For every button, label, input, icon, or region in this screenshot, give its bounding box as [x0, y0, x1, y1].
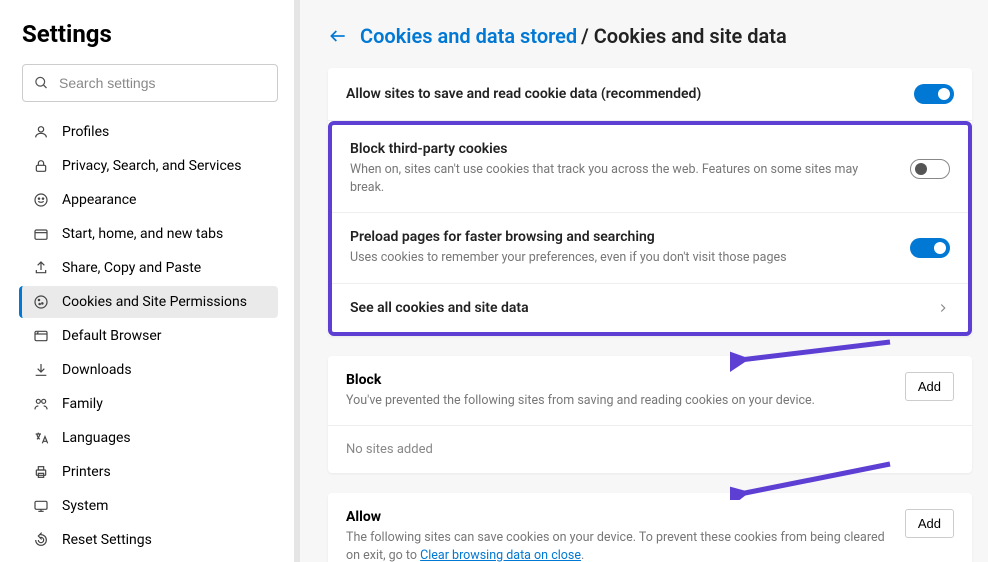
block-empty-state: No sites added: [328, 426, 972, 473]
block-third-party-toggle[interactable]: [910, 159, 950, 179]
allow-section-head: Allow The following sites can save cooki…: [328, 493, 972, 562]
sidebar-item-cookies[interactable]: Cookies and Site Permissions: [19, 286, 278, 318]
allow-cookies-toggle[interactable]: [914, 84, 954, 104]
languages-icon: [32, 430, 50, 446]
sidebar-item-printer[interactable]: Printers: [19, 456, 278, 488]
block-third-party-row: Block third-party cookies When on, sites…: [332, 125, 968, 213]
sidebar-label: System: [62, 498, 108, 514]
breadcrumb-separator: /: [581, 24, 594, 48]
sidebar-item-appearance[interactable]: Appearance: [19, 184, 278, 216]
breadcrumb-parent[interactable]: Cookies and data stored: [360, 24, 577, 48]
sidebar-label: Appearance: [62, 192, 136, 208]
highlight-annotation: Block third-party cookies When on, sites…: [328, 121, 972, 336]
breadcrumb-current: Cookies and site data: [594, 24, 787, 48]
sidebar-label: Cookies and Site Permissions: [62, 294, 247, 310]
printer-icon: [32, 464, 50, 480]
preload-title: Preload pages for faster browsing and se…: [350, 229, 894, 245]
sidebar-item-system[interactable]: System: [19, 490, 278, 522]
sidebar-item-tabs[interactable]: Start, home, and new tabs: [19, 218, 278, 250]
block-third-party-desc: When on, sites can't use cookies that tr…: [350, 161, 894, 196]
sidebar-label: Start, home, and new tabs: [62, 226, 223, 242]
see-all-title: See all cookies and site data: [350, 300, 920, 316]
system-icon: [32, 498, 50, 514]
back-button[interactable]: [328, 26, 348, 46]
preload-row: Preload pages for faster browsing and se…: [332, 213, 968, 284]
sidebar-item-phone[interactable]: Phone and Other Devices: [19, 558, 278, 562]
sidebar-label: Languages: [62, 430, 131, 446]
search-container: [22, 64, 278, 102]
block-desc: You've prevented the following sites fro…: [346, 392, 889, 410]
sidebar-label: Reset Settings: [62, 532, 152, 548]
search-input[interactable]: [22, 64, 278, 102]
breadcrumb: Cookies and data stored / Cookies and si…: [328, 24, 972, 48]
sidebar-item-reset[interactable]: Reset Settings: [19, 524, 278, 556]
sidebar-label: Default Browser: [62, 328, 162, 344]
family-icon: [32, 396, 50, 412]
sidebar-item-languages[interactable]: Languages: [19, 422, 278, 454]
settings-title: Settings: [22, 20, 278, 48]
browser-icon: [32, 328, 50, 344]
tabs-icon: [32, 226, 50, 242]
preload-desc: Uses cookies to remember your preference…: [350, 249, 894, 267]
sidebar-label: Family: [62, 396, 103, 412]
download-icon: [32, 362, 50, 378]
see-all-row[interactable]: See all cookies and site data: [332, 284, 968, 332]
allow-desc-suffix: .: [581, 548, 584, 562]
block-third-party-title: Block third-party cookies: [350, 141, 894, 157]
appearance-icon: [32, 192, 50, 208]
clear-browsing-link[interactable]: Clear browsing data on close: [420, 548, 581, 562]
block-add-button[interactable]: Add: [905, 372, 954, 401]
sidebar-item-family[interactable]: Family: [19, 388, 278, 420]
cookies-icon: [32, 294, 50, 310]
sidebar-label: Privacy, Search, and Services: [62, 158, 241, 174]
allow-cookies-row: Allow sites to save and read cookie data…: [328, 68, 972, 121]
share-icon: [32, 260, 50, 276]
sidebar-item-browser[interactable]: Default Browser: [19, 320, 278, 352]
main-content: Cookies and data stored / Cookies and si…: [300, 0, 988, 562]
allow-desc: The following sites can save cookies on …: [346, 529, 889, 562]
search-icon: [34, 76, 49, 91]
allow-title: Allow: [346, 509, 889, 525]
sidebar-item-lock[interactable]: Privacy, Search, and Services: [19, 150, 278, 182]
sidebar-label: Share, Copy and Paste: [62, 260, 201, 276]
cookie-settings-card: Allow sites to save and read cookie data…: [328, 68, 972, 336]
sidebar-item-download[interactable]: Downloads: [19, 354, 278, 386]
profile-icon: [32, 124, 50, 140]
allow-section: Allow The following sites can save cooki…: [328, 493, 972, 562]
sidebar-item-share[interactable]: Share, Copy and Paste: [19, 252, 278, 284]
allow-cookies-title: Allow sites to save and read cookie data…: [346, 86, 898, 102]
block-section-head: Block You've prevented the following sit…: [328, 356, 972, 427]
sidebar-item-profile[interactable]: Profiles: [19, 116, 278, 148]
sidebar-label: Profiles: [62, 124, 109, 140]
sidebar-label: Printers: [62, 464, 111, 480]
allow-add-button[interactable]: Add: [905, 509, 954, 538]
sidebar-nav: Profiles Privacy, Search, and Services App…: [22, 116, 278, 562]
block-title: Block: [346, 372, 889, 388]
preload-toggle[interactable]: [910, 238, 950, 258]
settings-sidebar: Settings Profiles Privacy, Search, and Se…: [0, 0, 300, 562]
block-section: Block You've prevented the following sit…: [328, 356, 972, 474]
lock-icon: [32, 158, 50, 174]
reset-icon: [32, 532, 50, 548]
sidebar-label: Downloads: [62, 362, 132, 378]
chevron-right-icon: [936, 301, 950, 315]
